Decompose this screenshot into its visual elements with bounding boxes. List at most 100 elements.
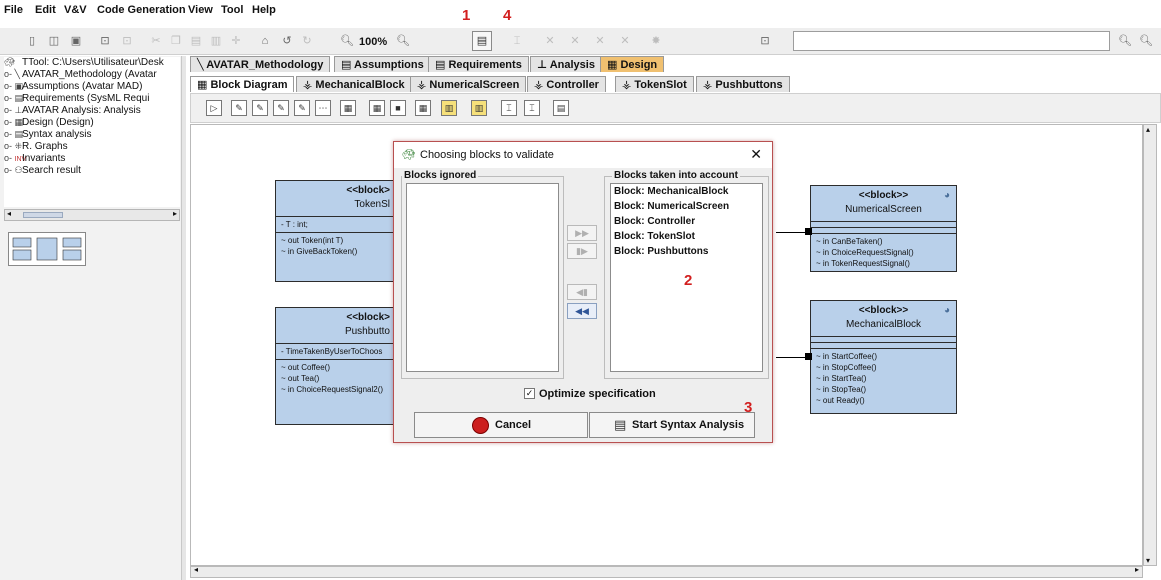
cancel-button[interactable]: Cancel xyxy=(414,412,588,438)
verify-icon-4[interactable]: ✕ xyxy=(615,31,635,51)
verify-icon-2[interactable]: ✕ xyxy=(565,31,585,51)
add-library-icon[interactable]: ■ xyxy=(390,100,406,116)
add-note-icon[interactable]: ✎ xyxy=(252,100,268,116)
menu-vv[interactable]: V&V xyxy=(64,4,87,16)
home-icon[interactable]: ⌂ xyxy=(255,31,275,51)
align-icon[interactable]: ✛ xyxy=(226,31,246,51)
show-attributes-icon[interactable]: ⌶ xyxy=(501,100,517,116)
list-item[interactable]: Block: TokenSlot xyxy=(611,229,762,244)
tree-item-invariants[interactable]: o- INVInvariants xyxy=(4,153,65,165)
composition-icon[interactable]: ▦ xyxy=(415,100,431,116)
undo-icon[interactable]: ↺ xyxy=(277,31,297,51)
save-icon[interactable]: ▣ xyxy=(66,31,86,51)
canvas-vertical-scrollbar[interactable]: ▴ ▾ xyxy=(1143,124,1157,566)
zoom-in-icon[interactable]: 🔍︎ xyxy=(393,31,413,51)
show-methods-icon[interactable]: ⌶ xyxy=(524,100,540,116)
subtab-tokenslot[interactable]: ⚶ TokenSlot xyxy=(615,76,694,92)
tab-requirements[interactable]: ▤ Requirements xyxy=(428,56,529,72)
split-pane-divider[interactable] xyxy=(181,56,186,580)
scroll-up-icon[interactable]: ▴ xyxy=(1146,125,1150,134)
ignored-list[interactable] xyxy=(406,183,559,372)
simulation-icon[interactable]: ✸ xyxy=(646,31,666,51)
port-numericalscreen[interactable] xyxy=(805,228,812,235)
scroll-down-icon[interactable]: ▾ xyxy=(1146,556,1150,565)
menu-help[interactable]: Help xyxy=(252,4,276,16)
list-item[interactable]: Block: Controller xyxy=(611,214,762,229)
subtab-pushbuttons[interactable]: ⚶ Pushbuttons xyxy=(696,76,790,92)
menu-edit[interactable]: Edit xyxy=(35,4,56,16)
syntax-analysis-icon[interactable]: ▤ xyxy=(472,31,492,51)
scroll-left-icon[interactable]: ◂ xyxy=(194,565,198,574)
export-icon[interactable]: ⊡ xyxy=(117,31,137,51)
block-pushbuttons[interactable]: <<block> Pushbutto - TimeTakenByUserToCh… xyxy=(275,307,395,425)
menu-view[interactable]: View xyxy=(188,4,213,16)
add-constraint-icon[interactable]: ✎ xyxy=(273,100,289,116)
select-pointer-icon[interactable]: ▷ xyxy=(206,100,222,116)
close-icon[interactable]: ✕ xyxy=(750,146,762,163)
search-input[interactable] xyxy=(793,31,1110,51)
optimize-checkbox[interactable]: ✓ xyxy=(524,388,535,399)
layout-icon[interactable]: ▤ xyxy=(553,100,569,116)
verify-icon-3[interactable]: ✕ xyxy=(590,31,610,51)
search-icon[interactable]: 🔍︎ xyxy=(1115,31,1135,51)
model-checker-icon[interactable]: ⊡ xyxy=(755,31,775,51)
scroll-right-icon[interactable]: ▸ xyxy=(173,209,177,218)
add-data-type-icon[interactable]: ▦ xyxy=(369,100,385,116)
tree-item-methodology[interactable]: o- ╲ AVATAR_Methodology (Avatar xyxy=(4,69,157,81)
tree-item-assumptions[interactable]: o- ▣Assumptions (Avatar MAD) xyxy=(4,81,142,93)
tree-item-analysis[interactable]: o- ⊥AVATAR Analysis: Analysis xyxy=(4,105,141,117)
tree-item-syntax-analysis[interactable]: o- ▤Syntax analysis xyxy=(4,129,91,141)
diagram-overview[interactable] xyxy=(8,232,86,266)
block-numericalscreen[interactable]: <<block>> ◕ NumericalScreen ~ in CanBeTa… xyxy=(810,185,957,272)
subtab-controller[interactable]: ⚶ Controller xyxy=(527,76,606,92)
menu-file[interactable]: File xyxy=(4,4,23,16)
subtab-mechanicalblock[interactable]: ⚶ MechanicalBlock xyxy=(296,76,412,92)
scroll-right-icon[interactable]: ▸ xyxy=(1135,565,1139,574)
cryptographic-icon[interactable]: ▥ xyxy=(471,100,487,116)
start-syntax-analysis-button[interactable]: ▤ Start Syntax Analysis xyxy=(589,412,755,438)
list-item[interactable]: Block: NumericalScreen xyxy=(611,199,762,214)
copy-icon[interactable]: ❐ xyxy=(166,31,186,51)
tab-avatar-methodology[interactable]: ╲ AVATAR_Methodology xyxy=(190,56,331,72)
tab-assumptions[interactable]: ▤ Assumptions xyxy=(334,56,431,72)
scroll-thumb[interactable] xyxy=(23,212,63,218)
add-comment-icon[interactable]: ✎ xyxy=(231,100,247,116)
redo-icon[interactable]: ↻ xyxy=(297,31,317,51)
tree-horizontal-scrollbar[interactable]: ◂ ▸ xyxy=(4,209,180,221)
subtab-numericalscreen[interactable]: ⚶ NumericalScreen xyxy=(410,76,527,92)
search-advanced-icon[interactable]: 🔍︎ xyxy=(1136,31,1156,51)
zoom-out-icon[interactable]: 🔍︎ xyxy=(337,31,357,51)
add-block-icon[interactable]: ▦ xyxy=(340,100,356,116)
tree-item-design[interactable]: o- ▦Design (Design) xyxy=(4,117,94,129)
move-all-right-icon[interactable]: ▶▶ xyxy=(567,225,597,241)
port-mechanicalblock[interactable] xyxy=(805,353,812,360)
port-connector-icon[interactable]: ▥ xyxy=(441,100,457,116)
new-project-icon[interactable]: ▯ xyxy=(22,31,42,51)
list-item[interactable]: Block: MechanicalBlock xyxy=(611,184,762,199)
canvas-horizontal-scrollbar[interactable]: ◂ ▸ xyxy=(190,565,1143,578)
menu-code-generation[interactable]: Code Generation xyxy=(97,4,186,16)
tree-item-r-graphs[interactable]: o- ⁜R. Graphs xyxy=(4,141,68,153)
generate-icon[interactable]: ⌶ xyxy=(507,31,527,51)
move-left-icon[interactable]: ◀▮ xyxy=(567,284,597,300)
connector-dashed-icon[interactable]: ⋯ xyxy=(315,100,331,116)
block-tokenslot[interactable]: <<block> TokenSl - T : int; ~ out Token(… xyxy=(275,180,395,282)
subtab-block-diagram[interactable]: ▦ Block Diagram xyxy=(190,76,295,92)
paste-icon[interactable]: ▤ xyxy=(186,31,206,51)
tab-design[interactable]: ▦ Design xyxy=(600,56,665,72)
scroll-left-icon[interactable]: ◂ xyxy=(7,209,11,218)
import-icon[interactable]: ⊡ xyxy=(95,31,115,51)
open-icon[interactable]: ◫ xyxy=(44,31,64,51)
block-mechanicalblock[interactable]: <<block>> ◕ MechanicalBlock ~ in StartCo… xyxy=(810,300,957,414)
tab-analysis[interactable]: ⊥ Analysis xyxy=(530,56,602,72)
tree-root[interactable]: 🐢︎ TTool: C:\Users\Utilisateur\Desk xyxy=(4,57,164,69)
add-annotation-icon[interactable]: ✎ xyxy=(294,100,310,116)
menu-tool[interactable]: Tool xyxy=(221,4,243,16)
delete-icon[interactable]: ▥ xyxy=(206,31,226,51)
cut-icon[interactable]: ✂ xyxy=(146,31,166,51)
list-item[interactable]: Block: Pushbuttons xyxy=(611,244,762,259)
move-all-left-icon[interactable]: ◀◀ xyxy=(567,303,597,319)
verify-icon-1[interactable]: ✕ xyxy=(540,31,560,51)
move-right-icon[interactable]: ▮▶ xyxy=(567,243,597,259)
tree-item-search-result[interactable]: o- ⚇Search result xyxy=(4,165,81,177)
